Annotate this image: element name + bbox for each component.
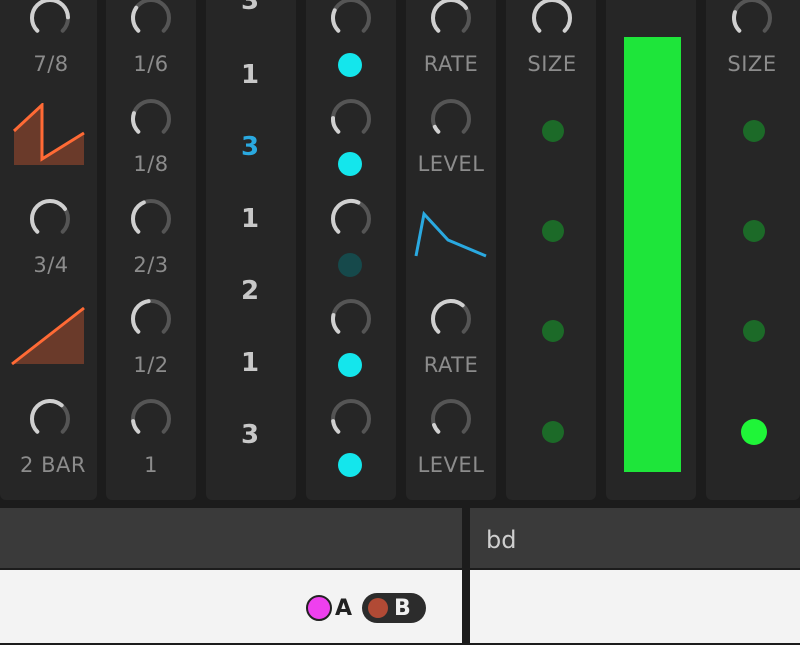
green-indicator-8-1[interactable] <box>743 120 765 142</box>
green-indicator-8-3[interactable] <box>743 320 765 342</box>
knob-8-1[interactable] <box>731 0 773 39</box>
knob-5-3[interactable] <box>430 298 472 340</box>
knob-2-5[interactable] <box>130 398 172 440</box>
track-header-right[interactable]: bd <box>470 508 800 568</box>
knob-label-2-3: 2/3 <box>133 253 169 277</box>
knob-label-5-3: RATE <box>423 353 479 377</box>
knob-2-2[interactable] <box>130 98 172 140</box>
step-number-5[interactable]: 2 <box>241 276 259 306</box>
b-toggle-button[interactable]: B <box>362 593 427 623</box>
a-label: A <box>335 595 353 621</box>
green-indicator-6-2[interactable] <box>542 220 564 242</box>
knob-4-4[interactable] <box>330 298 372 340</box>
knob-6-1[interactable] <box>531 0 573 39</box>
step-number-2[interactable]: 1 <box>241 60 259 90</box>
knob-label-2-5: 1 <box>144 453 158 477</box>
ab-switch[interactable]: A B <box>306 593 427 623</box>
knob-2-4[interactable] <box>130 298 172 340</box>
knob-1-3[interactable] <box>29 398 71 440</box>
trigger-dot-3[interactable] <box>338 253 362 277</box>
green-indicator-6-4[interactable] <box>542 421 564 443</box>
track-name: bd <box>486 526 517 554</box>
track-footer-right <box>470 570 800 643</box>
knob-4-1[interactable] <box>330 0 372 39</box>
trigger-dot-2[interactable] <box>338 152 362 176</box>
knob-label-8-1: SIZE <box>727 52 777 76</box>
trigger-dot-5[interactable] <box>338 453 362 477</box>
track-header-left <box>0 508 462 568</box>
knob-5-2[interactable] <box>430 98 472 140</box>
step-number-4[interactable]: 1 <box>241 204 259 234</box>
step-number-7[interactable]: 3 <box>241 420 259 450</box>
knob-label-2-1: 1/6 <box>133 52 169 76</box>
knob-label-5-4: LEVEL <box>417 453 485 477</box>
knob-2-3[interactable] <box>130 198 172 240</box>
saw-wave-icon[interactable] <box>12 103 86 167</box>
knob-5-4[interactable] <box>430 398 472 440</box>
step-number-3[interactable]: 3 <box>241 132 259 162</box>
knob-label-2-2: 1/8 <box>133 152 169 176</box>
b-label: B <box>394 595 411 621</box>
envelope-icon[interactable] <box>414 210 490 260</box>
trigger-dot-1[interactable] <box>338 53 362 77</box>
trigger-dot-4[interactable] <box>338 353 362 377</box>
knob-4-3[interactable] <box>330 198 372 240</box>
green-indicator-6-1[interactable] <box>542 120 564 142</box>
knob-2-1[interactable] <box>130 0 172 39</box>
knob-1-2[interactable] <box>29 198 71 240</box>
knob-5-1[interactable] <box>430 0 472 39</box>
knob-4-5[interactable] <box>330 398 372 440</box>
green-indicator-8-2[interactable] <box>743 220 765 242</box>
step-number-1[interactable]: 3 <box>241 0 259 16</box>
green-indicator-8-4[interactable] <box>741 419 767 445</box>
knob-label-2-4: 1/2 <box>133 353 169 377</box>
green-indicator-6-3[interactable] <box>542 320 564 342</box>
step-number-6[interactable]: 1 <box>241 348 259 378</box>
knob-label-1-2: 3/4 <box>33 253 69 277</box>
knob-4-2[interactable] <box>330 98 372 140</box>
knob-label-1-3: 2 BAR <box>20 453 86 477</box>
knob-1-1[interactable] <box>29 0 71 39</box>
ramp-wave-icon[interactable] <box>10 306 86 368</box>
track-footer-left: A B <box>0 570 462 643</box>
a-indicator-icon[interactable] <box>306 595 332 621</box>
knob-label-6-1: SIZE <box>527 52 577 76</box>
b-indicator-icon <box>368 598 389 618</box>
knob-label-5-2: LEVEL <box>417 152 485 176</box>
knob-label-1-1: 7/8 <box>33 52 69 76</box>
level-meter <box>624 37 681 472</box>
knob-label-5-1: RATE <box>423 52 479 76</box>
